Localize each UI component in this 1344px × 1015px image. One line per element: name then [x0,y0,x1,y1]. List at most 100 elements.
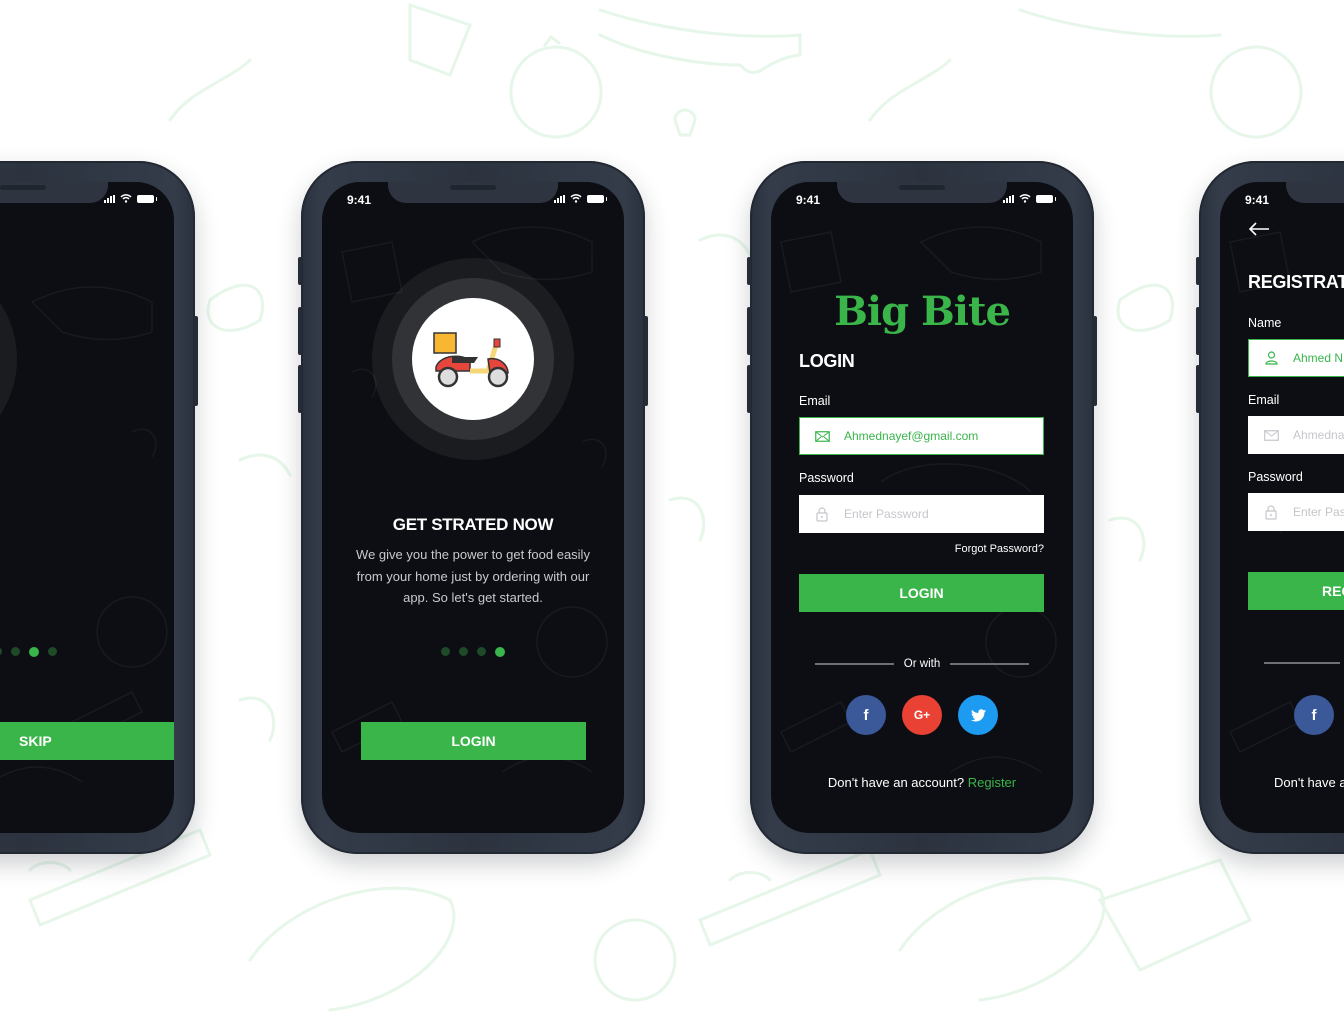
screen: 9:41 GET STRATED NOW We give you the pow… [322,182,624,833]
hero-illustration [0,258,17,460]
social-login-buttons: f G+ [771,695,1073,735]
no-account-text: Don't have an account? [827,775,965,790]
page-dot[interactable] [48,647,57,656]
wifi-icon [570,194,582,203]
volume-up-button [1196,307,1200,355]
google-plus-login-button[interactable]: G+ [902,695,942,735]
description-line: r them within an hour. [0,587,150,609]
app-logo: Big Bite [834,288,1011,335]
power-button [194,316,198,406]
user-icon [1249,351,1293,365]
volume-up-button [747,307,751,355]
battery-icon [137,195,157,203]
wifi-icon [120,194,132,203]
screen: T IN 60 MINUTES r you don't need to wait… [0,182,174,833]
or-with-divider: Or with [815,658,1030,670]
forgot-password-link[interactable]: Forgot Password? [955,543,1044,555]
notch [0,182,108,203]
signal-icon [1003,195,1014,203]
signal-icon [554,195,565,203]
register-prompt: Don't have an account? Register [771,775,1073,790]
phone-login: 9:41 Big Bite LOGIN Email Ahmednayef@gma… [747,161,1097,854]
password-placeholder: Enter Password [844,507,929,521]
onboarding-title: T IN 60 MINUTES [0,515,174,535]
status-icons [554,194,607,203]
onboarding-description: r you don't need to wait get them. Just … [0,544,150,609]
mute-switch [747,257,751,285]
register-prompt: Don't have a [1274,775,1344,790]
divider-line [815,663,894,665]
status-time: 9:41 [796,193,821,207]
power-button [644,316,648,406]
lock-icon [1249,504,1293,520]
description-line: r you don't need to wait [0,544,150,566]
registration-title: REGISTRATI [1248,272,1344,292]
name-label: Name [1248,316,1282,330]
battery-icon [1036,195,1056,203]
password-field[interactable]: Enter Pas [1248,493,1344,531]
page-dot[interactable] [477,647,486,656]
or-with-label: Or with [903,658,941,670]
description-line: get them. Just order and [0,566,150,588]
no-account-text: Don't have a [1274,775,1344,790]
page-dot[interactable] [0,647,2,656]
page-dot[interactable] [11,647,20,656]
page-dot-active[interactable] [495,646,505,657]
page-dot[interactable] [459,647,468,656]
page-indicator [322,646,624,657]
description-line: We give you the power to get food easily [356,547,590,562]
facebook-login-button[interactable]: f [1294,695,1334,735]
password-field[interactable]: Enter Password [799,495,1044,533]
register-button[interactable]: REG [1248,572,1344,610]
page-dot[interactable] [441,647,450,656]
page-indicator [0,646,174,657]
email-field[interactable]: Ahmednayef@gmail.com [799,417,1044,455]
twitter-login-button[interactable] [958,695,998,735]
volume-down-button [1196,365,1200,413]
screen: 9:41 Big Bite LOGIN Email Ahmednayef@gma… [771,182,1073,833]
email-label: Email [799,394,831,408]
hero-illustration [372,258,574,460]
phone-registration: 9:41 REGISTRATI Name Ahmed N Email Ahmed… [1196,161,1344,854]
name-field[interactable]: Ahmed N [1248,339,1344,377]
facebook-login-button[interactable]: f [846,695,886,735]
onboarding-description: We give you the power to get food easily… [346,544,600,609]
password-placeholder: Enter Pas [1293,505,1344,519]
back-arrow-icon[interactable] [1248,222,1270,236]
login-button[interactable]: LOGIN [799,574,1044,612]
password-label: Password [799,471,854,485]
twitter-icon [970,708,986,721]
status-icons [1003,194,1056,203]
signal-icon [104,195,115,203]
skip-button[interactable]: SKIP [0,722,174,760]
login-button[interactable]: LOGIN [361,722,586,760]
battery-icon [587,195,607,203]
status-time: 9:41 [347,193,372,207]
notch [837,182,1007,203]
login-title: LOGIN [799,351,855,371]
password-label: Password [1248,470,1303,484]
lock-icon [800,506,844,522]
screen: 9:41 REGISTRATI Name Ahmed N Email Ahmed… [1220,182,1344,833]
mute-switch [1196,257,1200,285]
volume-down-button [747,365,751,413]
phone-onboarding-start: 9:41 GET STRATED NOW We give you the pow… [298,161,648,854]
wifi-icon [1019,194,1031,203]
register-link[interactable]: Register [968,775,1016,790]
phone-onboarding-delivery: T IN 60 MINUTES r you don't need to wait… [0,161,198,854]
email-value: Ahmednayef@gmail.com [844,429,979,443]
email-label: Email [1248,393,1280,407]
notch [388,182,558,203]
mute-switch [298,257,302,285]
description-line: app. So let's get started. [403,590,543,605]
food-doodle-background [28,2,1303,1012]
status-time: 9:41 [1245,193,1270,207]
page-dot-active[interactable] [29,646,39,657]
email-field[interactable]: Ahmedna [1248,416,1344,454]
facebook-icon: f [863,706,869,724]
envelope-icon [1249,429,1293,441]
name-value: Ahmed N [1293,351,1344,365]
volume-up-button [298,307,302,355]
status-icons [104,194,157,203]
onboarding-title: GET STRATED NOW [392,515,554,534]
